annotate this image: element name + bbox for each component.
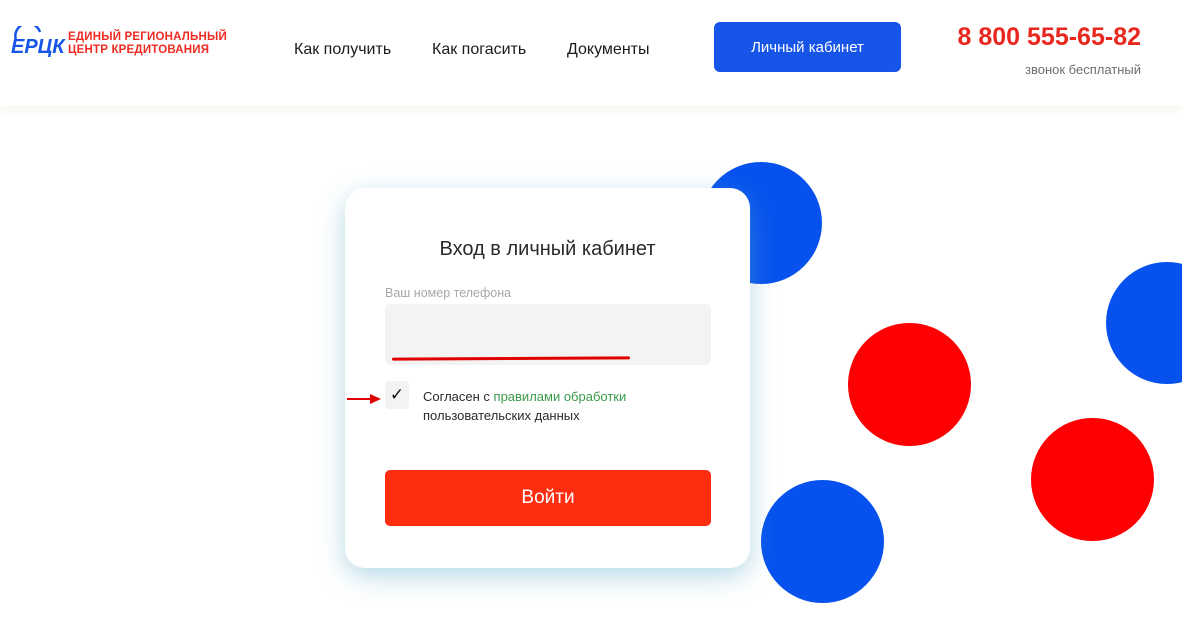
consent-suffix: пользовательских данных: [423, 408, 580, 423]
nav-documents[interactable]: Документы: [567, 41, 649, 59]
consent-checkbox[interactable]: ✓: [385, 381, 409, 409]
consent-prefix: Согласен с: [423, 389, 494, 404]
site-logo[interactable]: ЕРЦК ЕДИНЫЙ РЕГИОНАЛЬНЫЙ ЦЕНТР КРЕДИТОВА…: [10, 26, 227, 62]
personal-cabinet-button[interactable]: Личный кабинет: [714, 22, 901, 72]
decor-circle-red-2: [1031, 418, 1154, 541]
login-card: Вход в личный кабинет Ваш номер телефона…: [345, 188, 750, 568]
logo-text: ЕДИНЫЙ РЕГИОНАЛЬНЫЙ ЦЕНТР КРЕДИТОВАНИЯ: [68, 31, 227, 57]
hotline-note: звонок бесплатный: [1025, 62, 1141, 77]
login-title: Вход в личный кабинет: [439, 238, 656, 260]
decor-circle-blue-3: [761, 480, 884, 603]
login-submit-button[interactable]: Войти: [385, 470, 711, 526]
logo-line-2: ЦЕНТР КРЕДИТОВАНИЯ: [68, 44, 210, 56]
nav-how-to-get[interactable]: Как получить: [294, 41, 391, 59]
arrow-right-annotation-icon: [347, 394, 381, 404]
decor-circle-red-1: [848, 323, 971, 446]
nav-how-to-repay[interactable]: Как погасить: [432, 41, 526, 59]
decor-circle-blue-2: [1106, 262, 1182, 384]
hotline-phone[interactable]: 8 800 555-65-82: [930, 23, 1141, 52]
phone-field-label: Ваш номер телефона: [385, 286, 512, 300]
consent-text: Согласен с правилами обработки пользоват…: [423, 387, 683, 425]
site-header: ЕРЦК ЕДИНЫЙ РЕГИОНАЛЬНЫЙ ЦЕНТР КРЕДИТОВА…: [0, 0, 1182, 106]
logo-line-1: ЕДИНЫЙ РЕГИОНАЛЬНЫЙ: [68, 31, 227, 43]
privacy-rules-link[interactable]: правилами обработки: [494, 389, 627, 404]
logo-mark-icon: ЕРЦК: [11, 26, 66, 58]
logo-mark-text: ЕРЦК: [11, 36, 66, 58]
